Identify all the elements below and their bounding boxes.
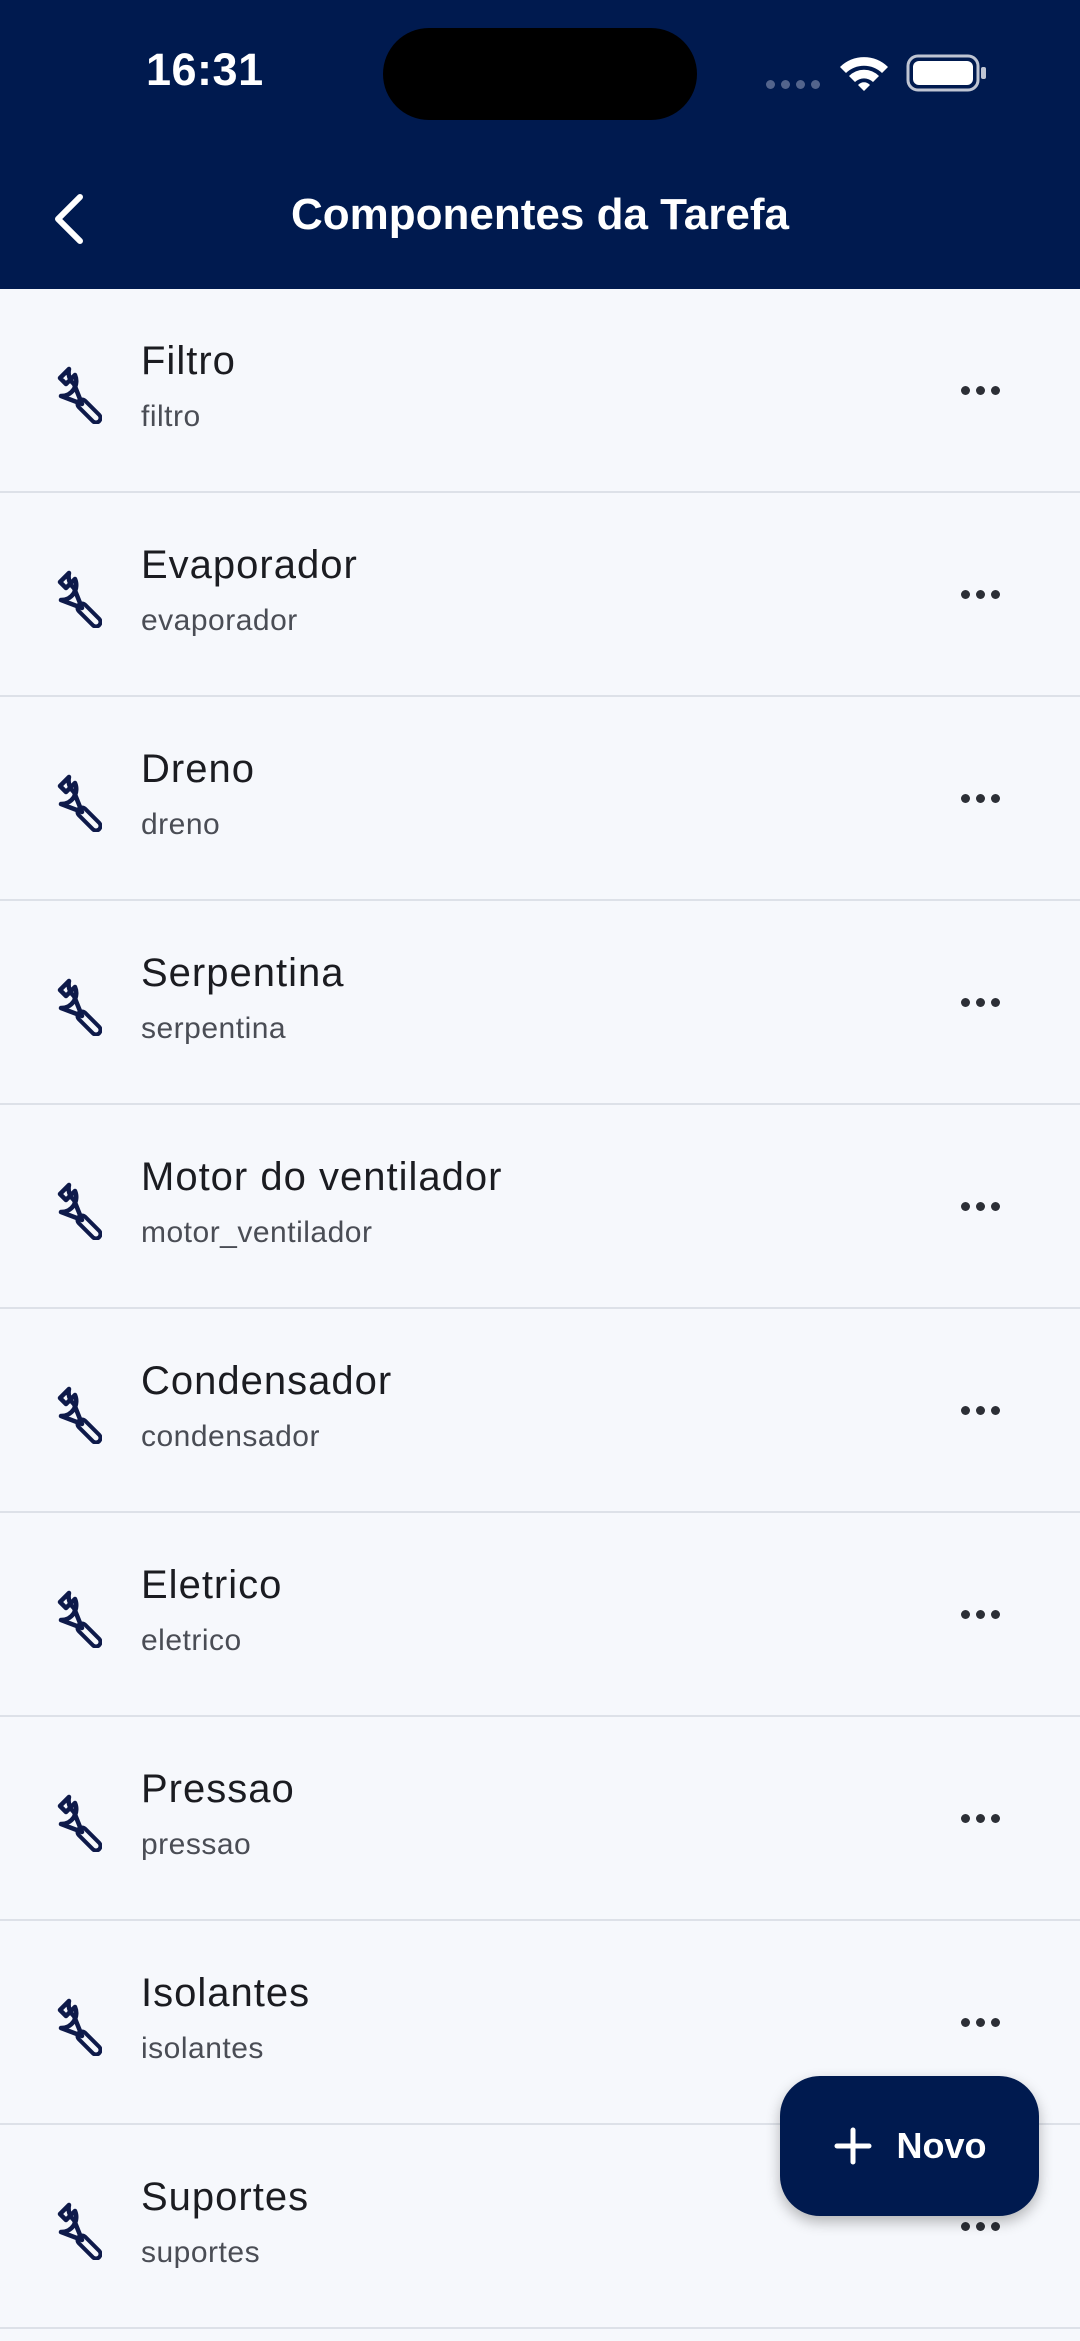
more-options-button[interactable] xyxy=(940,1999,1020,2045)
more-dot xyxy=(960,1609,970,1619)
more-options-button[interactable] xyxy=(940,1387,1020,1433)
wrench-icon xyxy=(38,564,103,629)
more-dot xyxy=(990,1201,1000,1211)
more-dot xyxy=(975,1201,985,1211)
more-dot xyxy=(975,1609,985,1619)
more-options-button[interactable] xyxy=(940,367,1020,413)
dynamic-island xyxy=(383,28,697,120)
more-options-button[interactable] xyxy=(940,979,1020,1025)
more-dot xyxy=(990,1609,1000,1619)
more-dot xyxy=(990,1405,1000,1415)
more-dot xyxy=(990,2017,1000,2027)
more-dot xyxy=(975,589,985,599)
list-item-evaporador[interactable]: Evaporador evaporador xyxy=(0,493,1080,697)
component-name: Condensador xyxy=(141,1359,393,1403)
more-dot xyxy=(990,997,1000,1007)
more-dot xyxy=(975,2221,985,2231)
more-options-button[interactable] xyxy=(940,775,1020,821)
wifi-icon xyxy=(838,54,890,97)
list-item-eletrico[interactable]: Eletrico eletrico xyxy=(0,1513,1080,1717)
wrench-icon xyxy=(38,972,103,1037)
component-key: pressao xyxy=(141,1828,252,1861)
more-dot xyxy=(990,385,1000,395)
more-dot xyxy=(960,1201,970,1211)
component-name: Serpentina xyxy=(141,951,345,995)
list-item-filtro[interactable]: Filtro filtro xyxy=(0,289,1080,493)
more-dot xyxy=(960,385,970,395)
more-dot xyxy=(975,1405,985,1415)
more-options-button[interactable] xyxy=(940,571,1020,617)
component-name: Motor do ventilador xyxy=(141,1155,503,1199)
more-dot xyxy=(975,2017,985,2027)
battery-icon xyxy=(906,54,988,97)
wrench-icon xyxy=(38,1992,103,2057)
wrench-icon xyxy=(38,768,103,833)
component-key: suportes xyxy=(141,2236,261,2269)
more-dot xyxy=(960,2221,970,2231)
component-name: Suportes xyxy=(141,2175,310,2219)
status-time: 16:31 xyxy=(146,44,264,95)
more-dot xyxy=(990,2221,1000,2231)
app-header: 16:31 Componentes da Tarefa xyxy=(0,0,1080,289)
component-key: isolantes xyxy=(141,2032,264,2065)
more-dot xyxy=(960,1813,970,1823)
list-item-dreno[interactable]: Dreno dreno xyxy=(0,697,1080,901)
wrench-icon xyxy=(38,1176,103,1241)
new-component-button[interactable]: Novo xyxy=(780,2076,1039,2216)
list-item-serpentina[interactable]: Serpentina serpentina xyxy=(0,901,1080,1105)
more-dot xyxy=(960,1405,970,1415)
more-dot xyxy=(975,1813,985,1823)
wrench-icon xyxy=(38,360,103,425)
component-list: Filtro filtro Evaporador evaporador Dren… xyxy=(0,289,1080,2329)
more-dot xyxy=(990,793,1000,803)
list-item-pressao[interactable]: Pressao pressao xyxy=(0,1717,1080,1921)
component-key: dreno xyxy=(141,808,221,841)
component-name: Evaporador xyxy=(141,543,358,587)
more-dot xyxy=(960,793,970,803)
more-dot xyxy=(975,997,985,1007)
component-key: eletrico xyxy=(141,1624,242,1657)
component-name: Filtro xyxy=(141,339,236,383)
plus-icon xyxy=(834,2127,871,2165)
more-options-button[interactable] xyxy=(940,1795,1020,1841)
more-options-button[interactable] xyxy=(940,1591,1020,1637)
page-title: Componentes da Tarefa xyxy=(291,190,789,239)
more-dot xyxy=(960,589,970,599)
more-dot xyxy=(960,997,970,1007)
more-dot xyxy=(975,793,985,803)
component-name: Dreno xyxy=(141,747,255,791)
component-key: motor_ventilador xyxy=(141,1216,373,1249)
cellular-signal-icon xyxy=(766,80,820,89)
more-dot xyxy=(990,1813,1000,1823)
new-component-label: Novo xyxy=(896,2125,987,2166)
list-item-motor_ventilador[interactable]: Motor do ventilador motor_ventilador xyxy=(0,1105,1080,1309)
component-key: condensador xyxy=(141,1420,320,1453)
more-dot xyxy=(975,385,985,395)
component-name: Isolantes xyxy=(141,1971,311,2015)
component-key: serpentina xyxy=(141,1012,287,1045)
more-options-button[interactable] xyxy=(940,1183,1020,1229)
component-key: filtro xyxy=(141,400,201,433)
more-dot xyxy=(960,2017,970,2027)
list-item-condensador[interactable]: Condensador condensador xyxy=(0,1309,1080,1513)
more-dot xyxy=(990,589,1000,599)
component-name: Eletrico xyxy=(141,1563,283,1607)
wrench-icon xyxy=(38,2196,103,2261)
wrench-icon xyxy=(38,1584,103,1649)
wrench-icon xyxy=(38,1788,103,1853)
wrench-icon xyxy=(38,1380,103,1445)
component-name: Pressao xyxy=(141,1767,295,1811)
component-key: evaporador xyxy=(141,604,298,637)
